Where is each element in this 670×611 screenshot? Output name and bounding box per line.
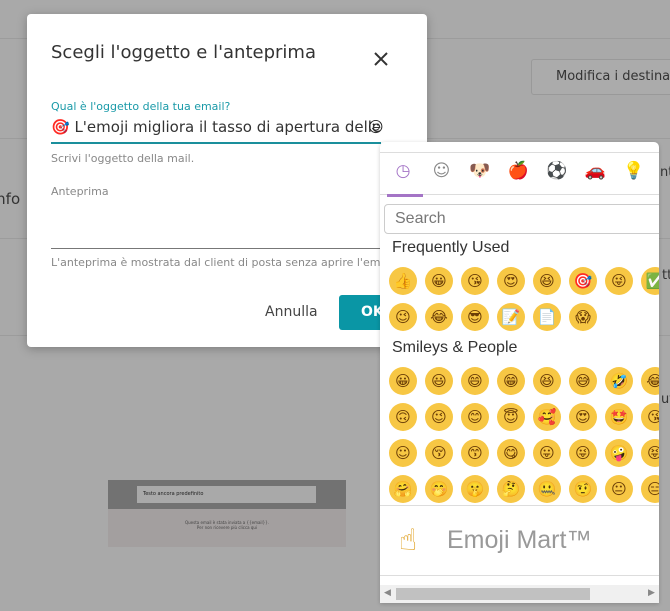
emoji-button[interactable]: 😅	[569, 367, 597, 395]
horizontal-scrollbar[interactable]: ◀ ▶	[380, 585, 659, 603]
emoji-button[interactable]: 🤗	[389, 475, 417, 503]
tab-animals-icon[interactable]: 🐶	[469, 161, 491, 183]
emoji-button[interactable]: 🎯	[569, 267, 597, 295]
picker-brand: Emoji Mart™	[447, 526, 592, 554]
thumbnail-header: Testo ancora predefinito	[137, 486, 316, 503]
emoji-button[interactable]: 😛	[533, 439, 561, 467]
email-thumbnail[interactable]: Testo ancora predefinito Questa email è …	[108, 480, 346, 547]
emoji-button[interactable]: 😊	[461, 403, 489, 431]
emoji-button[interactable]: 😍	[569, 403, 597, 431]
active-tab-indicator	[387, 194, 423, 197]
edit-recipients-button[interactable]: Modifica i destinat	[531, 59, 670, 95]
emoji-button[interactable]: 🤐	[533, 475, 561, 503]
background-text: tt	[662, 268, 670, 283]
emoji-button[interactable]: 😆	[533, 367, 561, 395]
cancel-button[interactable]: Annulla	[265, 304, 318, 320]
emoji-button[interactable]: 😁	[497, 367, 525, 395]
emoji-button[interactable]: 🤭	[425, 475, 453, 503]
emoji-button[interactable]: 😜	[569, 439, 597, 467]
scrollbar-thumb[interactable]	[396, 588, 590, 600]
emoji-button[interactable]: 😍	[497, 267, 525, 295]
emoji-button[interactable]: 🤫	[461, 475, 489, 503]
emoji-search-input[interactable]: Search	[384, 204, 659, 234]
emoji-button[interactable]: 🥰	[533, 403, 561, 431]
tab-recent-icon[interactable]: ◷	[392, 161, 414, 183]
emoji-button[interactable]: ✅	[641, 267, 659, 295]
subject-input[interactable]: 🎯 L'emoji migliora il tasso di apertura …	[51, 118, 381, 144]
subject-label: Qual è l'oggetto della tua email?	[51, 100, 231, 113]
thumbnail-footer: Per non ricevere più clicca qui	[196, 525, 258, 530]
emoji-button[interactable]: 😆	[533, 267, 561, 295]
emoji-button[interactable]: 😙	[461, 439, 489, 467]
emoji-button[interactable]: 🤔	[497, 475, 525, 503]
tab-travel-icon[interactable]: 🚗	[585, 161, 607, 183]
background-text: nt	[660, 165, 670, 180]
emoji-button[interactable]: 😋	[497, 439, 525, 467]
emoji-button[interactable]: 😘	[461, 267, 489, 295]
background-text: ut	[661, 392, 670, 407]
emoji-button[interactable]: 📝	[497, 303, 525, 331]
emoji-button[interactable]: ☺	[389, 439, 417, 467]
preview-emoji: ☝	[399, 523, 418, 558]
emoji-button[interactable]: 😉	[425, 403, 453, 431]
scroll-left-icon[interactable]: ◀	[384, 588, 391, 598]
emoji-button[interactable]: 👍	[389, 267, 417, 295]
emoji-button[interactable]: 😜	[605, 267, 633, 295]
emoji-button[interactable]: 😎	[461, 303, 489, 331]
background-text: info	[0, 190, 21, 208]
subject-value: 🎯 L'emoji migliora il tasso di apertura …	[51, 118, 381, 136]
emoji-button[interactable]: 😀	[389, 367, 417, 395]
emoji-picker: ◷ ☺ 🐶 🍎 ⚽ 🚗 💡 Search Frequently Used 👍 😀 😘 😍 😆 🎯 😜 ✅ 😉…	[380, 142, 659, 603]
scroll-right-icon[interactable]: ▶	[648, 588, 655, 598]
emoji-button[interactable]: 😑	[641, 475, 659, 503]
emoji-button[interactable]: 😐	[605, 475, 633, 503]
emoji-button[interactable]: 😉	[389, 303, 417, 331]
tab-activity-icon[interactable]: ⚽	[546, 161, 568, 183]
picker-footer: ☝ Emoji Mart™	[380, 505, 659, 576]
emoji-button[interactable]: 😝	[641, 439, 659, 467]
emoji-picker-toggle-icon[interactable]: ☺	[368, 118, 384, 136]
emoji-button[interactable]: 😘	[641, 403, 659, 431]
preview-helper: L'anteprima è mostrata dal client di pos…	[51, 256, 397, 269]
emoji-button[interactable]: 🤩	[605, 403, 633, 431]
emoji-button[interactable]: 😂	[641, 367, 659, 395]
emoji-button[interactable]: 😃	[425, 367, 453, 395]
emoji-button[interactable]: 🤪	[605, 439, 633, 467]
emoji-button[interactable]: 😀	[425, 267, 453, 295]
preview-textarea[interactable]	[51, 204, 381, 249]
subject-helper: Scrivi l'oggetto della mail.	[51, 152, 195, 165]
emoji-button[interactable]: 😱	[569, 303, 597, 331]
emoji-button[interactable]: 😇	[497, 403, 525, 431]
emoji-button[interactable]: 😂	[425, 303, 453, 331]
emoji-button[interactable]: 🤨	[569, 475, 597, 503]
category-tabs: ◷ ☺ 🐶 🍎 ⚽ 🚗 💡	[380, 152, 659, 197]
category-label: Frequently Used	[392, 239, 510, 256]
subject-preview-dialog: Scegli l'oggetto e l'anteprima Qual è l'…	[27, 14, 429, 347]
emoji-button[interactable]: 🙃	[389, 403, 417, 431]
tab-food-icon[interactable]: 🍎	[508, 161, 530, 183]
emoji-button[interactable]: 😄	[461, 367, 489, 395]
emoji-button[interactable]: 🤣	[605, 367, 633, 395]
dialog-title: Scegli l'oggetto e l'anteprima	[51, 42, 316, 63]
emoji-button[interactable]: 😚	[425, 439, 453, 467]
emoji-button[interactable]: 📄	[533, 303, 561, 331]
tab-smileys-icon[interactable]: ☺	[431, 161, 453, 183]
close-icon[interactable]	[372, 50, 390, 68]
tab-objects-icon[interactable]: 💡	[623, 161, 645, 183]
category-label: Smileys & People	[392, 339, 518, 356]
preview-label: Anteprima	[51, 185, 109, 198]
